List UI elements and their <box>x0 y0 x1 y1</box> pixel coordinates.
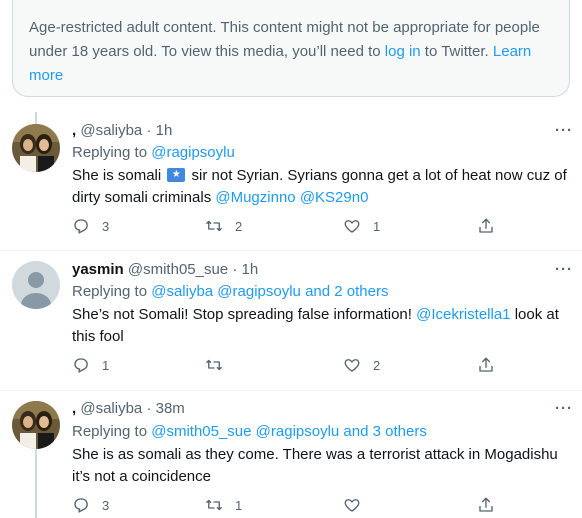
replying-label: Replying to <box>72 423 152 440</box>
retweet-button[interactable]: 1 <box>205 495 242 515</box>
thread-line <box>35 112 37 124</box>
display-name[interactable]: yasmin <box>72 261 124 278</box>
share-button[interactable] <box>477 355 495 375</box>
heart-icon <box>344 359 360 372</box>
share-button[interactable] <box>477 495 495 515</box>
tweet-actions: 1 2 <box>72 355 502 375</box>
user-handle[interactable]: @saliyba <box>80 122 142 139</box>
tweet-text: She’s not Somali! Stop spreading false i… <box>72 304 572 348</box>
retweet-button[interactable]: 2 <box>205 216 242 236</box>
tweet-text: She is somali sir not Syrian. Syrians go… <box>72 165 572 209</box>
tweet[interactable]: yasmin @smith05_sue · 1h ··· Replying to… <box>0 250 582 388</box>
somalia-flag-icon <box>167 168 186 182</box>
thread-line <box>35 449 37 518</box>
separator-dot: · <box>232 261 238 278</box>
share-icon <box>479 497 493 512</box>
user-handle[interactable]: @smith05_sue <box>128 261 228 278</box>
display-name[interactable]: , <box>72 400 76 417</box>
avatar[interactable] <box>12 124 60 172</box>
more-icon[interactable]: ··· <box>554 399 574 419</box>
age-restricted-notice: Age-restricted adult content. This conte… <box>12 0 570 97</box>
like-button[interactable]: 1 <box>343 216 380 236</box>
user-handle[interactable]: @saliyba <box>80 400 142 417</box>
avatar[interactable] <box>12 401 60 449</box>
like-button[interactable]: 2 <box>343 355 380 375</box>
tweet-actions: 3 2 1 <box>72 216 502 236</box>
reply-icon <box>74 358 88 373</box>
retweet-count: 2 <box>235 218 243 234</box>
separator-dot: · <box>146 400 152 417</box>
replying-label: Replying to <box>72 283 152 300</box>
share-button[interactable] <box>477 216 495 236</box>
like-count: 1 <box>373 218 381 234</box>
mention-link[interactable]: @Icekristella1 <box>416 306 510 323</box>
reply-button[interactable]: 1 <box>72 355 109 375</box>
retweet-icon <box>206 499 222 511</box>
tweet-text: She is as somali as they come. There was… <box>72 446 558 485</box>
heart-icon <box>344 220 360 233</box>
timestamp[interactable]: 38m <box>156 400 185 417</box>
tweet-header: yasmin @smith05_sue · 1h <box>72 260 258 280</box>
replying-to: Replying to @saliyba @ragipsoylu and 2 o… <box>72 282 388 302</box>
like-button[interactable] <box>343 495 373 515</box>
replying-to-link[interactable]: @saliyba @ragipsoylu and 2 others <box>151 283 388 300</box>
more-icon[interactable]: ··· <box>554 121 574 141</box>
replying-to: Replying to @ragipsoylu <box>72 143 235 163</box>
tweet-actions: 3 1 <box>72 495 502 515</box>
replying-to: Replying to @smith05_sue @ragipsoylu and… <box>72 422 427 442</box>
reply-button[interactable]: 3 <box>72 216 109 236</box>
reply-count: 3 <box>102 497 110 513</box>
mention-link[interactable]: @KS29n0 <box>300 189 369 206</box>
tweet-text-part: She is somali <box>72 167 166 184</box>
reply-button[interactable]: 3 <box>72 495 109 515</box>
heart-icon <box>344 499 360 512</box>
mention-link[interactable]: @Mugzinno <box>215 189 295 206</box>
more-icon[interactable]: ··· <box>554 260 574 280</box>
avatar[interactable] <box>12 261 60 309</box>
like-count: 2 <box>373 357 381 373</box>
share-icon <box>479 218 493 233</box>
reply-icon <box>74 498 88 513</box>
tweet[interactable]: , @saliyba · 38m ··· Replying to @smith0… <box>0 390 582 518</box>
timestamp[interactable]: 1h <box>156 122 173 139</box>
tweet-header: , @saliyba · 1h <box>72 121 172 141</box>
login-link[interactable]: log in <box>385 43 421 60</box>
reply-count: 1 <box>102 357 110 373</box>
replying-label: Replying to <box>72 144 152 161</box>
retweet-icon <box>206 359 222 371</box>
timestamp[interactable]: 1h <box>242 261 259 278</box>
tweet-text-part: She’s not Somali! Stop spreading false i… <box>72 306 417 323</box>
retweet-count: 1 <box>235 497 243 513</box>
notice-text-2: to Twitter. <box>420 43 493 60</box>
reply-icon <box>74 219 88 234</box>
replying-to-link[interactable]: @ragipsoylu <box>151 144 235 161</box>
share-icon <box>479 357 493 372</box>
replying-to-link[interactable]: @smith05_sue @ragipsoylu and 3 others <box>151 423 427 440</box>
retweet-button[interactable] <box>205 355 235 375</box>
retweet-icon <box>206 220 222 232</box>
reply-count: 3 <box>102 218 110 234</box>
display-name[interactable]: , <box>72 122 76 139</box>
separator-dot: · <box>146 122 152 139</box>
tweet-header: , @saliyba · 38m <box>72 399 185 419</box>
tweet[interactable]: , @saliyba · 1h ··· Replying to @ragipso… <box>0 112 582 250</box>
